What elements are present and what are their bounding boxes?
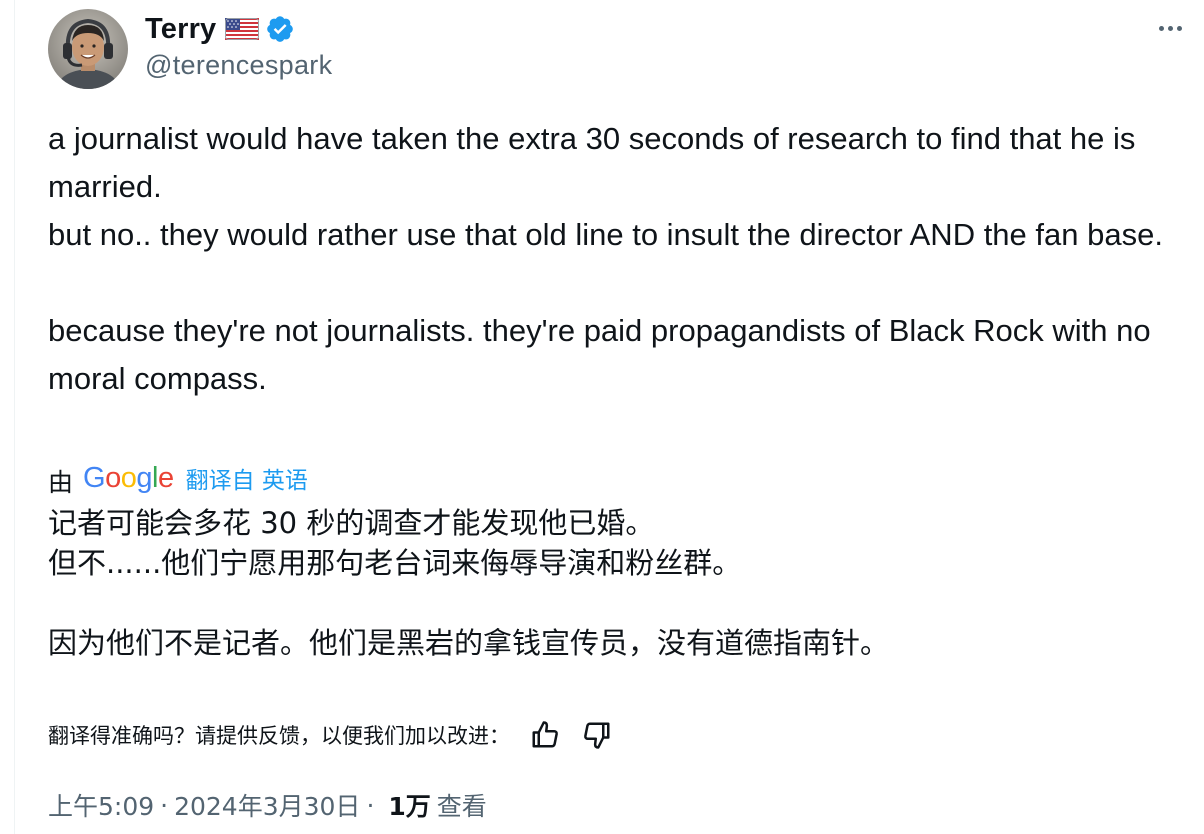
- meta-separator: ·: [160, 790, 169, 820]
- name-row: Terry: [145, 10, 332, 48]
- translated-text: 记者可能会多花 30 秒的调查才能发现他已婚。 但不......他们宁愿用那句老…: [48, 506, 890, 660]
- dot: [1167, 25, 1173, 31]
- tweet-detail: Terry @terencespark a journalist would h…: [0, 0, 1204, 834]
- display-name[interactable]: Terry: [145, 13, 216, 46]
- translation-feedback: 翻译得准确吗？请提供反馈，以便我们加以改进：: [48, 712, 614, 758]
- verified-badge-icon[interactable]: [265, 14, 295, 44]
- dot: [1158, 25, 1164, 31]
- meta-separator: ·: [366, 790, 375, 820]
- translated-by-label: 由: [48, 468, 74, 497]
- handle[interactable]: @terencespark: [145, 50, 332, 81]
- tweet-text: a journalist would have taken the extra …: [48, 121, 1163, 396]
- thumbs-down-icon[interactable]: [580, 718, 614, 752]
- google-logo: Google: [83, 461, 174, 494]
- author-info: Terry @terencespark: [145, 10, 332, 81]
- avatar[interactable]: [48, 9, 128, 89]
- more-horizontal-icon[interactable]: [1150, 14, 1190, 42]
- us-flag-icon: [225, 18, 260, 40]
- views-label: 查看: [436, 792, 487, 821]
- feedback-prompt: 翻译得准确吗？请提供反馈，以便我们加以改进：: [48, 724, 510, 748]
- translation-bar: 由 Google 翻译自 英语: [48, 458, 308, 498]
- tweet-date[interactable]: 2024年3月30日: [174, 787, 360, 823]
- tweet-time[interactable]: 上午5:09: [48, 787, 154, 823]
- views-count: 1万: [388, 792, 431, 821]
- translated-from-link[interactable]: 翻译自 英语: [186, 461, 308, 495]
- thumbs-up-icon[interactable]: [528, 718, 562, 752]
- dot: [1176, 25, 1182, 31]
- tweet-meta: 上午5:09 · 2024年3月30日 · 1万 查看: [48, 783, 487, 827]
- divider: [14, 0, 15, 834]
